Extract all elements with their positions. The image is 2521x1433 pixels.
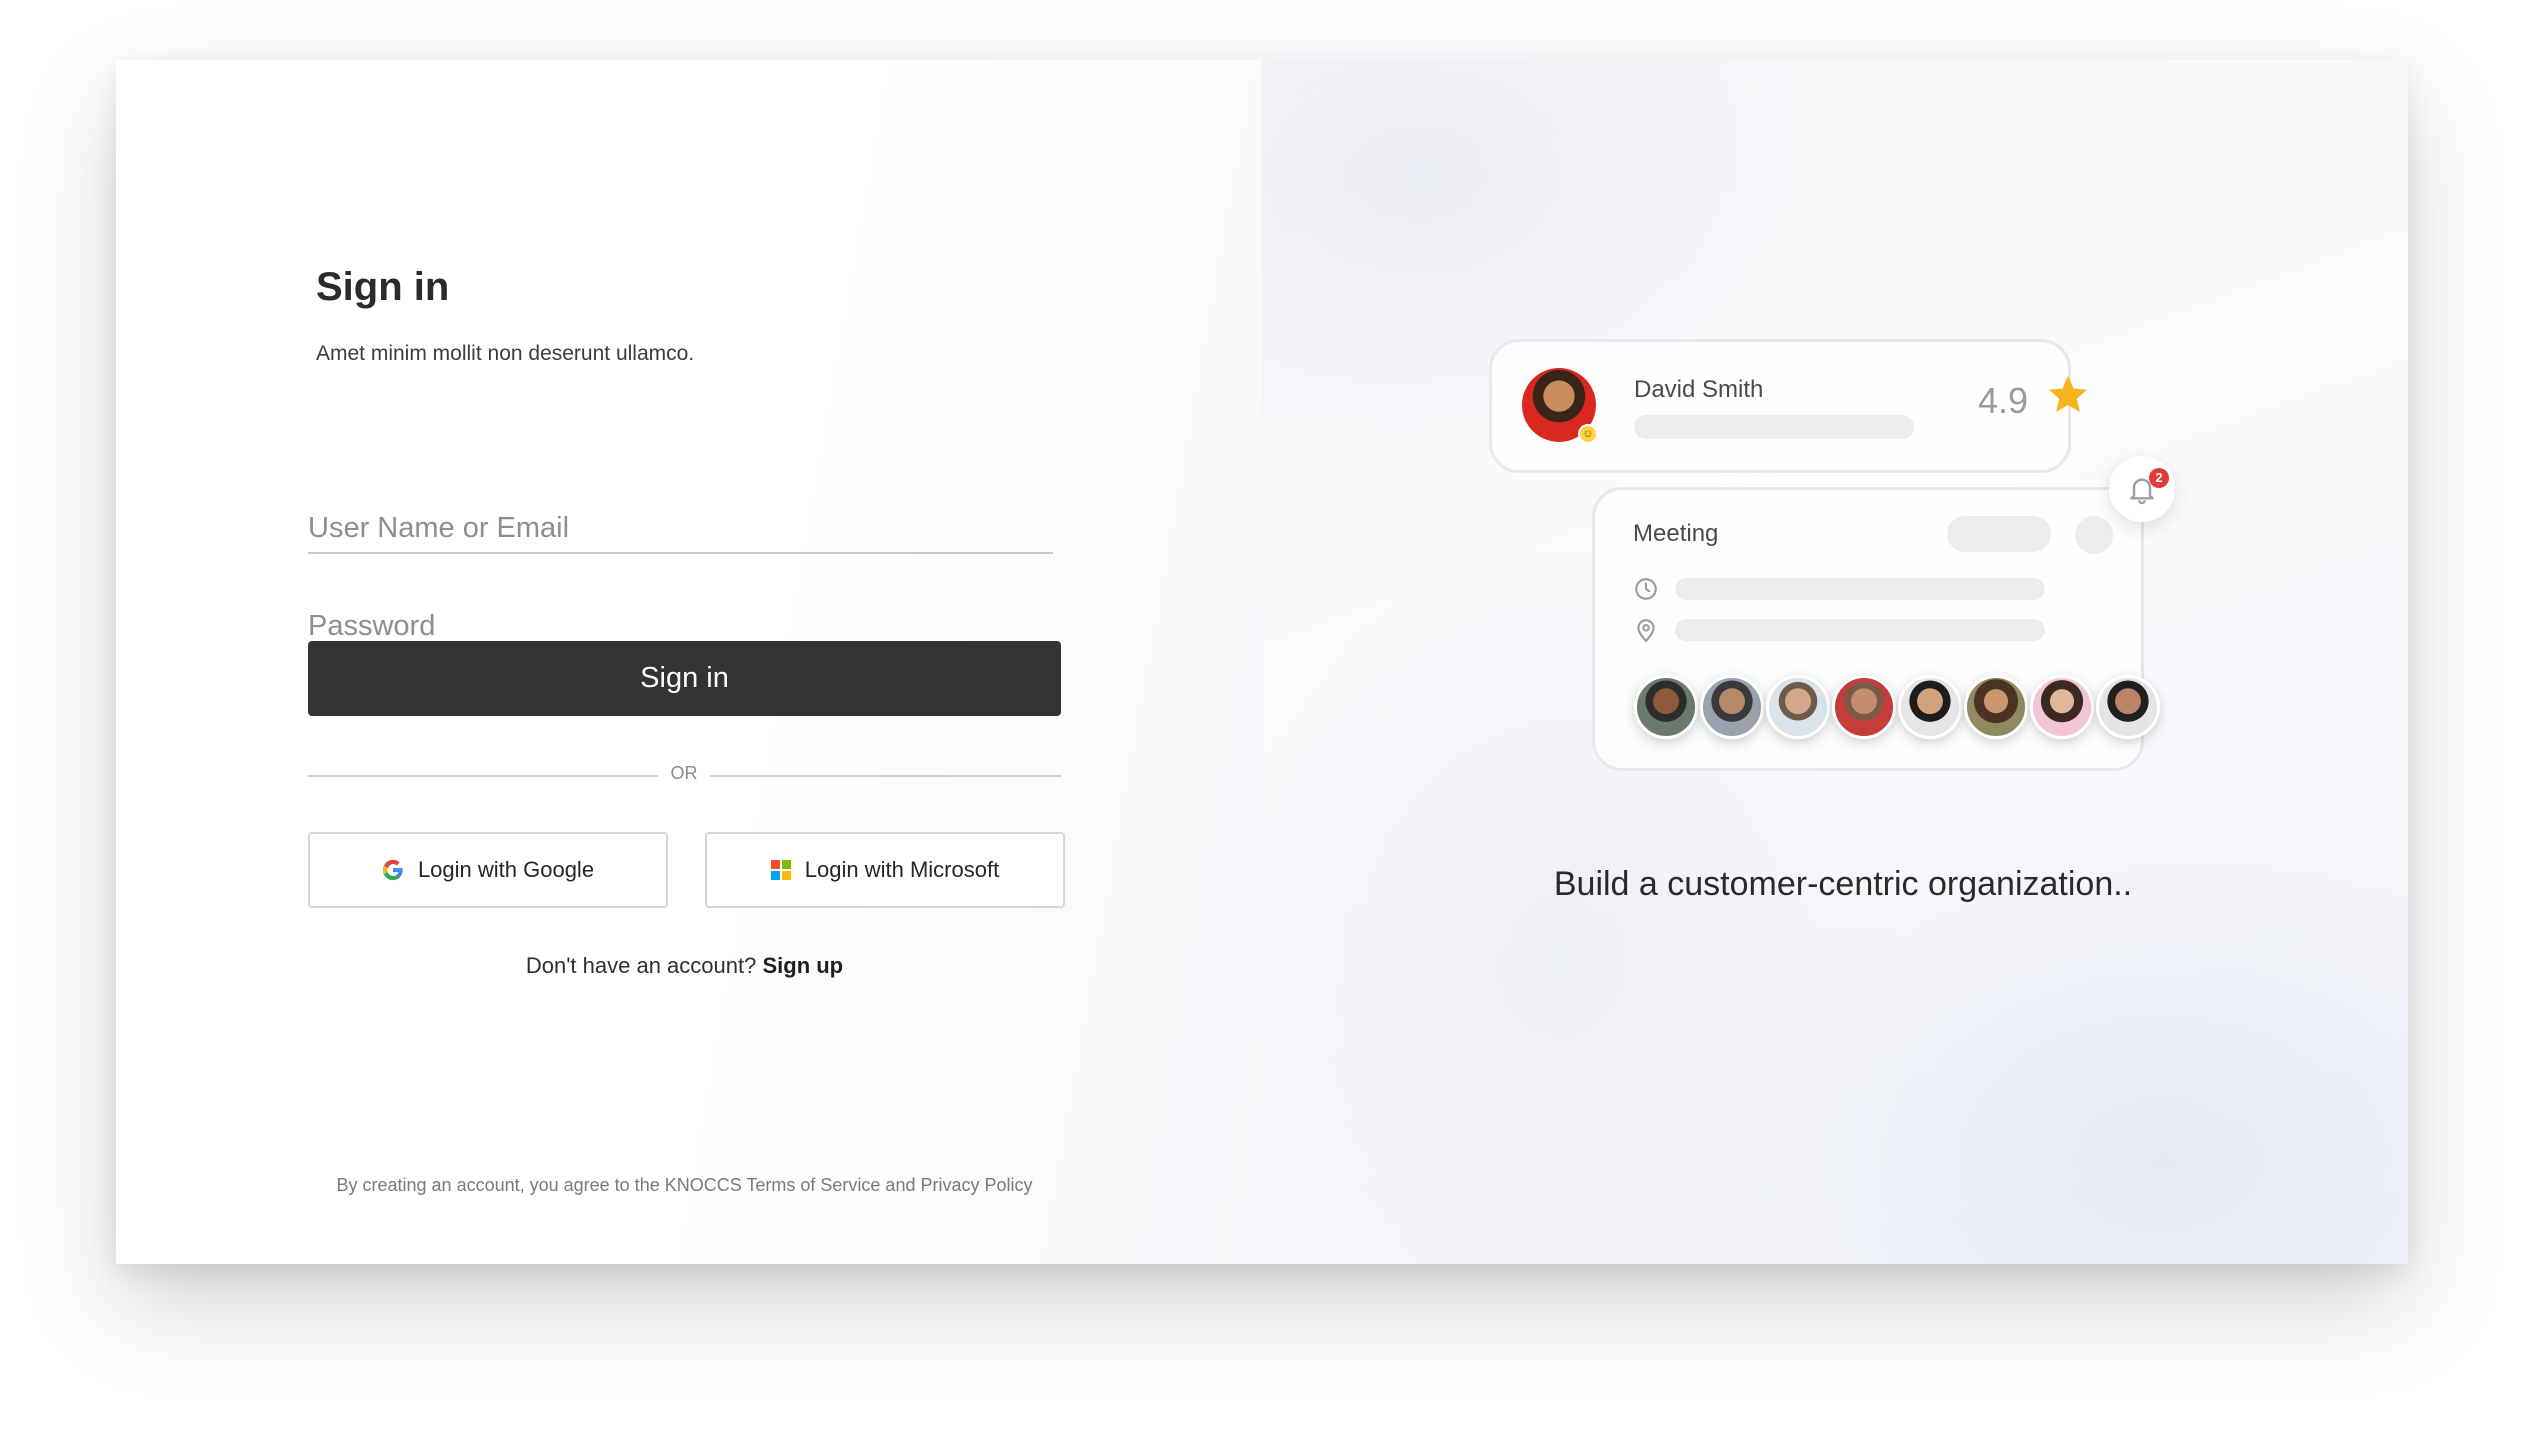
signin-panel: Sign in Amet minim mollit non deserunt u…: [116, 60, 1262, 1264]
profile-placeholder-bar: [1634, 415, 1914, 439]
clock-icon: [1635, 578, 1657, 600]
page-title: Sign in: [316, 265, 450, 309]
meeting-placeholder-dot: [2075, 516, 2113, 554]
microsoft-login-label: Login with Microsoft: [804, 857, 1000, 882]
notification-bell[interactable]: 2: [2109, 456, 2175, 522]
showcase-panel: ☺ David Smith 4.9 Meeting 2 Build a cust…: [1262, 60, 2408, 1264]
terms-footer: By creating an account, you agree to the…: [336, 1175, 1033, 1195]
divider-line-left: [308, 775, 658, 777]
signin-window: Sign in Amet minim mollit non deserunt u…: [116, 60, 2408, 1264]
attendee-avatar: [1700, 675, 1764, 739]
attendee-avatar: [2096, 675, 2160, 739]
profile-card: ☺ David Smith 4.9: [1489, 339, 2088, 473]
meeting-placeholder-pill: [1947, 516, 2051, 552]
username-field-container: [308, 492, 1053, 554]
attendee-avatar: [1832, 675, 1896, 739]
profile-rating: 4.9: [1978, 380, 2029, 421]
divider-text: OR: [670, 763, 698, 783]
profile-name: David Smith: [1634, 376, 1764, 403]
attendee-avatar: [1964, 675, 2028, 739]
microsoft-login-button[interactable]: Login with Microsoft: [705, 832, 1065, 908]
or-divider: OR: [308, 761, 1061, 791]
microsoft-icon: [770, 860, 791, 880]
google-login-button[interactable]: Login with Google: [308, 832, 668, 908]
signin-button[interactable]: Sign in: [308, 641, 1061, 716]
meeting-time-placeholder: [1675, 578, 2045, 600]
star-icon: [2048, 375, 2088, 413]
attendee-avatar: [2030, 675, 2094, 739]
google-icon: [382, 859, 404, 881]
meeting-title: Meeting: [1633, 520, 1719, 547]
location-pin-icon: [1637, 619, 1655, 643]
smiley-icon: ☺: [1578, 424, 1598, 444]
signup-prompt-text: Don't have an account?: [525, 953, 757, 978]
google-login-label: Login with Google: [417, 857, 595, 882]
notification-badge: 2: [2149, 468, 2169, 488]
username-input[interactable]: [308, 492, 1053, 552]
page-subtitle: Amet minim mollit non deserunt ullamco.: [316, 342, 695, 365]
avatar: ☺: [1522, 368, 1598, 444]
attendee-avatar: [1898, 675, 1962, 739]
attendee-avatar: [1766, 675, 1830, 739]
attendee-avatar: [1634, 675, 1698, 739]
meeting-location-placeholder: [1675, 619, 2045, 641]
signup-prompt-row: Don't have an account? Sign up: [308, 953, 1061, 979]
signup-link[interactable]: Sign up: [762, 953, 843, 978]
tagline-text: Build a customer-centric organization..: [1553, 865, 2133, 903]
divider-line-right: [710, 775, 1061, 777]
tagline: Build a customer-centric organization..: [1262, 865, 2408, 904]
